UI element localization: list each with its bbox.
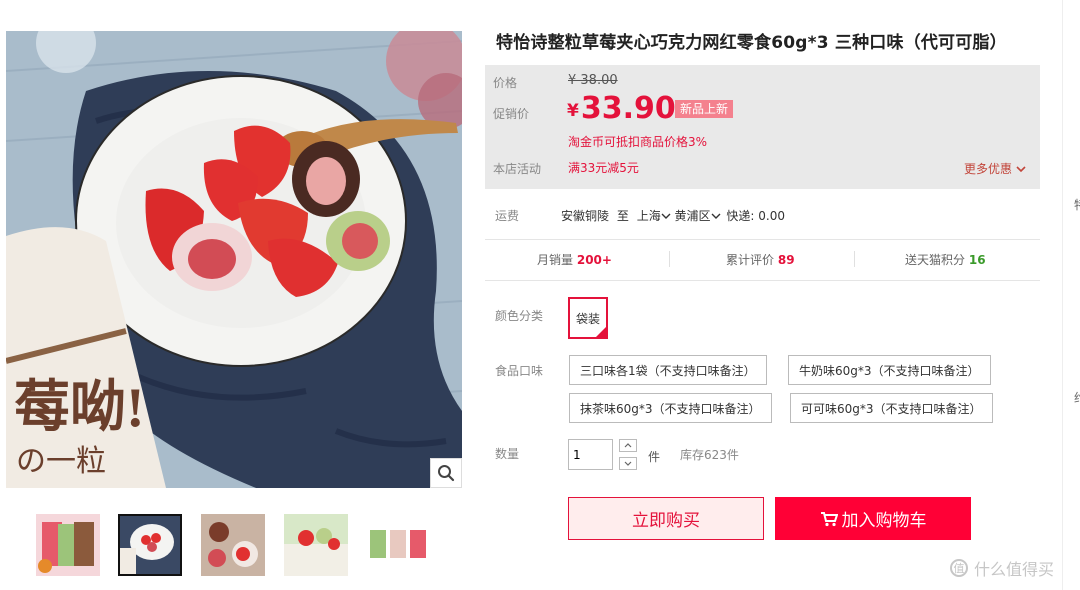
buy-now-label: 立即购买 xyxy=(632,511,700,531)
edge-text: 约 xyxy=(1074,389,1080,406)
selected-check-icon xyxy=(596,327,606,337)
quantity-increase-button[interactable] xyxy=(619,439,637,452)
flavor-option-3[interactable]: 抹茶味60g*3（不支持口味备注） xyxy=(569,393,772,423)
magnifier-icon xyxy=(438,465,455,482)
flavor-option-label: 三口味各1袋（不支持口味备注） xyxy=(580,363,756,378)
thumbnail-4[interactable] xyxy=(284,514,348,576)
province-value: 上海 xyxy=(636,209,661,223)
flavor-option-label: 可可味60g*3（不支持口味备注） xyxy=(801,401,982,416)
buy-now-button[interactable]: 立即购买 xyxy=(568,497,764,540)
chevron-down-icon xyxy=(1016,166,1026,173)
flavor-option-1[interactable]: 三口味各1袋（不支持口味备注） xyxy=(569,355,767,385)
flavor-option-2[interactable]: 牛奶味60g*3（不支持口味备注） xyxy=(788,355,991,385)
points-label: 送天猫积分 xyxy=(905,253,966,267)
monthly-sales-label: 月销量 xyxy=(537,253,574,267)
quantity-unit: 件 xyxy=(648,450,661,464)
promo-price-label: 促销价 xyxy=(493,107,530,121)
package-subtitle: の一粒 xyxy=(16,445,106,478)
shipping-info: 安徽铜陵 至 上海 黄浦区 快递: 0.00 xyxy=(561,207,785,224)
points-value: 16 xyxy=(968,253,986,267)
quantity-label: 数量 xyxy=(495,447,520,461)
reviews-value: 89 xyxy=(777,253,795,267)
original-price: ¥ 38.00 xyxy=(568,73,618,88)
watermark: 值 什么值得买 xyxy=(950,556,1054,580)
chevron-up-icon xyxy=(624,443,632,448)
flavor-option-label: 抹茶味60g*3（不支持口味备注） xyxy=(580,401,761,416)
thumbnail-3[interactable] xyxy=(201,514,265,576)
divider-top xyxy=(485,239,1040,240)
zoom-button[interactable] xyxy=(430,458,462,488)
reviews-label: 累计评价 xyxy=(726,253,775,267)
cart-icon xyxy=(820,511,838,526)
color-category-label: 颜色分类 xyxy=(495,309,544,323)
stock-count: 库存623件 xyxy=(680,448,739,462)
divider-bottom xyxy=(485,280,1040,281)
province-select[interactable]: 上海 xyxy=(637,209,671,223)
chevron-down-icon xyxy=(661,213,671,219)
shipping-label: 运费 xyxy=(495,209,520,223)
price-label: 价格 xyxy=(493,76,518,90)
thumbnail-1[interactable] xyxy=(36,514,100,576)
promo-price: ¥33.90 xyxy=(567,91,676,126)
monthly-sales-value: 200+ xyxy=(576,253,612,267)
adjacent-panel-edge xyxy=(1062,0,1080,590)
monthly-sales: 月销量 200+ xyxy=(537,251,612,268)
thumbnail-5[interactable] xyxy=(366,514,430,576)
shop-activity-label: 本店活动 xyxy=(493,162,542,176)
product-title: 特怡诗整粒草莓夹心巧克力网红零食60g*3 三种口味（代可可脂） xyxy=(496,33,1007,53)
stat-separator xyxy=(854,251,855,267)
stat-separator xyxy=(669,251,670,267)
cumulative-reviews[interactable]: 累计评价 89 xyxy=(726,251,795,268)
more-discount-link[interactable]: 更多优惠 xyxy=(964,160,1026,177)
smzdm-logo-icon: 值 xyxy=(950,559,968,577)
flavor-option-4[interactable]: 可可味60g*3（不支持口味备注） xyxy=(790,393,993,423)
thumbnail-2[interactable] xyxy=(118,514,182,576)
edge-text: 特 xyxy=(1074,196,1080,213)
color-option-bag[interactable]: 袋装 xyxy=(568,297,608,339)
express-fee-label: 快递: xyxy=(726,209,755,223)
express-fee: 0.00 xyxy=(758,209,785,223)
taojinbi-note: 淘金币可抵扣商品价格3% xyxy=(568,135,708,149)
district-select[interactable]: 黄浦区 xyxy=(675,209,721,223)
package-slogan: 莓呦! xyxy=(14,377,145,439)
ship-to-word: 至 xyxy=(616,209,629,223)
quantity-decrease-button[interactable] xyxy=(619,457,637,470)
ship-from: 安徽铜陵 xyxy=(561,209,610,223)
district-value: 黄浦区 xyxy=(674,209,711,223)
add-to-cart-button[interactable]: 加入购物车 xyxy=(775,497,971,540)
chevron-down-icon xyxy=(711,213,721,219)
new-product-badge: 新品上新 xyxy=(675,100,734,118)
main-product-image[interactable]: 莓呦! の一粒 xyxy=(6,31,462,488)
promo-price-value: 33.90 xyxy=(580,91,676,126)
currency-symbol: ¥ xyxy=(567,101,579,121)
more-discount-label: 更多优惠 xyxy=(964,162,1013,176)
flavor-option-label: 牛奶味60g*3（不支持口味备注） xyxy=(799,363,980,378)
watermark-text: 什么值得买 xyxy=(974,560,1055,579)
add-to-cart-label: 加入购物车 xyxy=(841,511,927,531)
color-option-label: 袋装 xyxy=(575,311,600,326)
shop-activity[interactable]: 满33元减5元 xyxy=(568,159,639,176)
tmall-points: 送天猫积分 16 xyxy=(905,251,986,268)
chevron-down-icon xyxy=(624,461,632,466)
flavor-label: 食品口味 xyxy=(495,364,544,378)
quantity-input[interactable] xyxy=(568,439,613,470)
